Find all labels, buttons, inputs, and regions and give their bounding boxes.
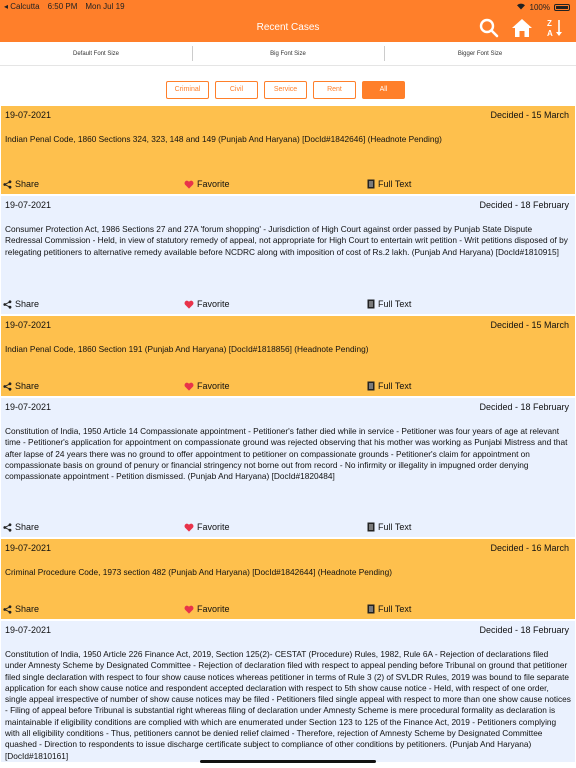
filter-all[interactable]: All (362, 81, 405, 99)
navigation-bar: Recent Cases Z A (0, 14, 576, 42)
case-status: Decided - 18 February (479, 200, 569, 210)
status-time: 6:50 PM (47, 2, 78, 11)
case-headnote: Constitution of India, 1950 Article 226 … (5, 649, 571, 761)
heart-icon (184, 523, 194, 532)
case-status: Decided - 15 March (490, 320, 569, 330)
share-icon (3, 604, 12, 614)
case-date: 19-07-2021 (5, 402, 52, 412)
case-card[interactable]: 19-07-2021 Decided - 16 March Criminal P… (1, 539, 575, 621)
share-label: Share (15, 179, 40, 189)
share-button[interactable]: Share (3, 604, 39, 614)
favorite-button[interactable]: Favorite (184, 179, 230, 189)
case-card[interactable]: 19-07-2021 Decided - 18 February Constit… (1, 398, 575, 539)
full-text-button[interactable]: Full Text (367, 179, 411, 189)
favorite-button[interactable]: Favorite (184, 381, 230, 391)
share-button[interactable]: Share (3, 381, 39, 391)
favorite-button[interactable]: Favorite (184, 299, 230, 309)
case-headnote: Indian Penal Code, 1860 Section 191 (Pun… (5, 344, 369, 354)
default-font-size-button[interactable]: Default Font Size (0, 42, 192, 65)
battery-percent: 100% (529, 2, 550, 12)
favorite-button[interactable]: Favorite (184, 522, 230, 532)
case-headnote: Consumer Protection Act, 1986 Sections 2… (5, 224, 568, 257)
case-date: 19-07-2021 (5, 320, 52, 330)
filter-criminal[interactable]: Criminal (166, 81, 209, 99)
case-status: Decided - 18 February (479, 625, 569, 635)
full-text-label: Full Text (378, 299, 412, 309)
case-date: 19-07-2021 (5, 543, 52, 553)
share-icon (3, 179, 12, 189)
document-icon (367, 299, 375, 309)
case-headnote: Indian Penal Code, 1860 Sections 324, 32… (5, 134, 442, 144)
home-icon[interactable] (510, 16, 534, 40)
favorite-label: Favorite (197, 381, 230, 391)
wifi-icon (516, 2, 526, 12)
full-text-button[interactable]: Full Text (367, 604, 411, 614)
home-indicator[interactable] (200, 760, 376, 763)
svg-text:Z: Z (547, 19, 552, 28)
full-text-label: Full Text (378, 381, 412, 391)
full-text-label: Full Text (378, 604, 412, 614)
share-icon (3, 299, 12, 309)
favorite-button[interactable]: Favorite (184, 604, 230, 614)
full-text-button[interactable]: Full Text (367, 522, 411, 532)
case-headnote: Constitution of India, 1950 Article 14 C… (5, 426, 568, 482)
share-icon (3, 381, 12, 391)
case-status: Decided - 18 February (479, 402, 569, 412)
share-button[interactable]: Share (3, 179, 39, 189)
case-card[interactable]: 19-07-2021 Decided - 15 March Indian Pen… (1, 106, 575, 196)
favorite-label: Favorite (197, 604, 230, 614)
favorite-label: Favorite (197, 179, 230, 189)
case-status: Decided - 15 March (490, 110, 569, 120)
case-card[interactable]: 19-07-2021 Decided - 15 March Indian Pen… (1, 316, 575, 398)
heart-icon (184, 382, 194, 391)
case-card[interactable]: 19-07-2021 Decided - 18 February Consume… (1, 196, 575, 316)
svg-text:A: A (547, 29, 553, 38)
heart-icon (184, 180, 194, 189)
back-to-app-link[interactable]: ◂ Calcutta (4, 2, 40, 11)
full-text-button[interactable]: Full Text (367, 299, 411, 309)
status-date: Mon Jul 19 (85, 2, 125, 11)
share-label: Share (15, 299, 40, 309)
filter-service[interactable]: Service (264, 81, 307, 99)
case-card[interactable]: 19-07-2021 Decided - 18 February Constit… (1, 621, 575, 764)
case-list: 19-07-2021 Decided - 15 March Indian Pen… (1, 106, 575, 764)
share-label: Share (15, 381, 40, 391)
case-date: 19-07-2021 (5, 625, 52, 635)
favorite-label: Favorite (197, 522, 230, 532)
document-icon (367, 381, 375, 391)
heart-icon (184, 605, 194, 614)
filter-civil[interactable]: Civil (215, 81, 258, 99)
status-bar: ◂ Calcutta 6:50 PM Mon Jul 19 100% (0, 0, 576, 14)
search-icon[interactable] (477, 16, 501, 40)
font-size-bar: Default Font Size Big Font Size Bigger F… (0, 42, 576, 66)
heart-icon (184, 300, 194, 309)
bigger-font-size-button[interactable]: Bigger Font Size (384, 42, 576, 65)
share-label: Share (15, 522, 40, 532)
full-text-label: Full Text (378, 522, 412, 532)
share-icon (3, 522, 12, 532)
filter-rent[interactable]: Rent (313, 81, 356, 99)
case-headnote: Criminal Procedure Code, 1973 section 48… (5, 567, 392, 577)
case-date: 19-07-2021 (5, 110, 52, 120)
favorite-label: Favorite (197, 299, 230, 309)
category-filter: Criminal Civil Service Rent All (166, 81, 405, 99)
document-icon (367, 522, 375, 532)
share-label: Share (15, 604, 40, 614)
share-button[interactable]: Share (3, 522, 39, 532)
share-button[interactable]: Share (3, 299, 39, 309)
case-date: 19-07-2021 (5, 200, 52, 210)
full-text-button[interactable]: Full Text (367, 381, 411, 391)
battery-icon (554, 3, 570, 11)
document-icon (367, 604, 375, 614)
big-font-size-button[interactable]: Big Font Size (192, 42, 384, 65)
case-status: Decided - 16 March (490, 543, 569, 553)
sort-icon[interactable]: Z A (544, 16, 568, 40)
full-text-label: Full Text (378, 179, 412, 189)
document-icon (367, 179, 375, 189)
